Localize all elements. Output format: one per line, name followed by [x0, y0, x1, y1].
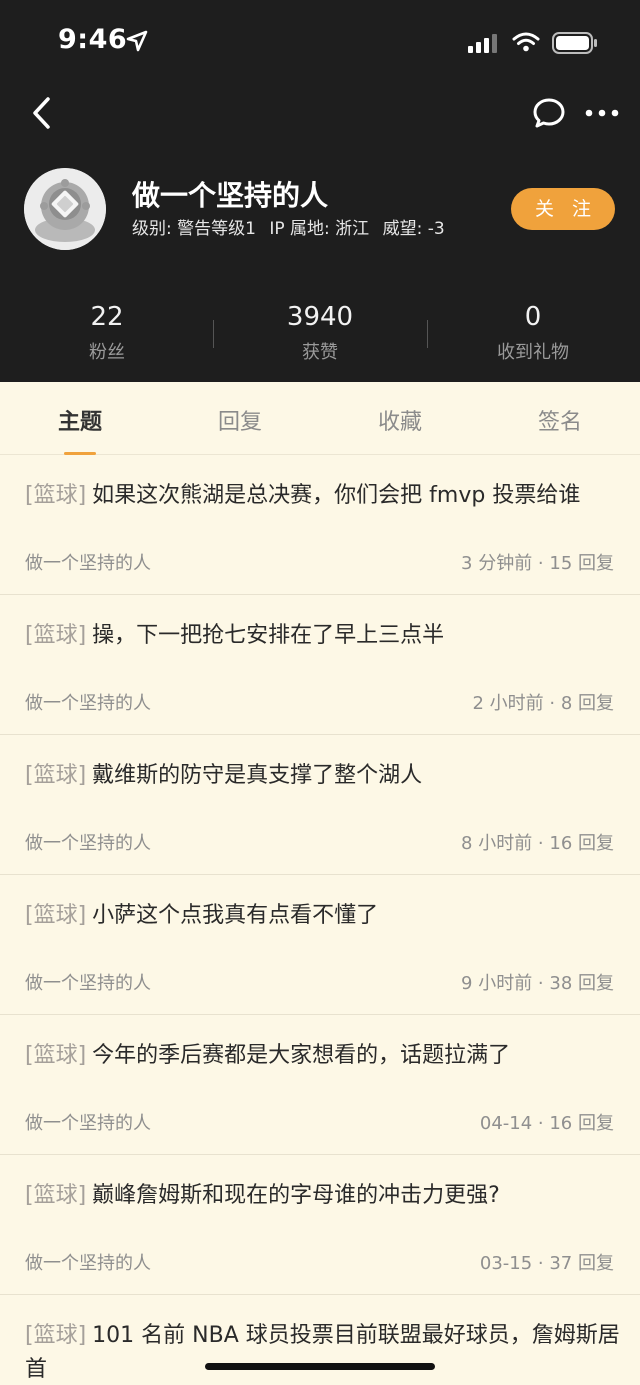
home-indicator[interactable]: [205, 1363, 435, 1370]
post-author: 做一个坚持的人: [25, 1113, 151, 1134]
list-item[interactable]: [篮球] 今年的季后赛都是大家想看的，话题拉满了 做一个坚持的人 04-14 · …: [0, 1015, 640, 1155]
follow-button[interactable]: 关 注: [511, 188, 615, 230]
wifi-icon: [512, 32, 540, 52]
tab-topics[interactable]: 主题: [30, 404, 130, 436]
list-item[interactable]: [篮球] 101 名前 NBA 球员投票目前联盟最好球员，詹姆斯居首: [0, 1295, 640, 1385]
post-info: 2 小时前 · 8 回复: [472, 693, 614, 714]
post-title-text: 101 名前 NBA 球员投票目前联盟最好球员，詹姆斯居首: [25, 1323, 620, 1382]
post-tag: [篮球]: [25, 1183, 87, 1208]
list-item[interactable]: [篮球] 小萨这个点我真有点看不懂了 做一个坚持的人 9 小时前 · 38 回复: [0, 875, 640, 1015]
post-title: [篮球] 今年的季后赛都是大家想看的，话题拉满了: [25, 1039, 620, 1073]
post-info: 04-14 · 16 回复: [479, 1113, 614, 1134]
back-arrow-icon: [33, 97, 50, 129]
message-button[interactable]: [532, 96, 566, 130]
post-info: 03-15 · 37 回复: [479, 1253, 614, 1274]
stat-value: 0: [524, 302, 542, 332]
stat-gifts[interactable]: 0 收到礼物: [433, 302, 633, 364]
divider: [213, 320, 214, 348]
signal-icon: [468, 34, 497, 53]
post-title: [篮球] 101 名前 NBA 球员投票目前联盟最好球员，詹姆斯居首: [25, 1319, 620, 1385]
tab-replies[interactable]: 回复: [190, 404, 290, 436]
post-title-text: 今年的季后赛都是大家想看的，话题拉满了: [92, 1043, 511, 1068]
user-prestige: 威望: -3: [382, 219, 445, 239]
stat-label: 收到礼物: [497, 342, 569, 363]
user-level: 级别: 警告等级1: [132, 219, 256, 239]
post-tag: [篮球]: [25, 903, 87, 928]
post-title: [篮球] 巅峰詹姆斯和现在的字母谁的冲击力更强?: [25, 1179, 620, 1213]
more-dots-icon: [585, 109, 619, 117]
location-arrow-icon: [126, 30, 148, 52]
stat-fans[interactable]: 22 粉丝: [7, 302, 207, 364]
status-time: 9:46: [58, 24, 128, 55]
post-title-text: 巅峰詹姆斯和现在的字母谁的冲击力更强?: [92, 1183, 500, 1208]
list-item[interactable]: [篮球] 操，下一把抢七安排在了早上三点半 做一个坚持的人 2 小时前 · 8 回…: [0, 595, 640, 735]
post-title-text: 戴维斯的防守是真支撑了整个湖人: [92, 763, 423, 788]
post-tag: [篮球]: [25, 1323, 87, 1348]
post-info: 8 小时前 · 16 回复: [461, 833, 614, 854]
more-options-button[interactable]: [584, 100, 620, 126]
post-author: 做一个坚持的人: [25, 1253, 151, 1274]
post-info: 9 小时前 · 38 回复: [461, 973, 614, 994]
tab-bar: 主题 回复 收藏 签名: [0, 382, 640, 455]
post-title-text: 小萨这个点我真有点看不懂了: [92, 903, 379, 928]
post-author: 做一个坚持的人: [25, 693, 151, 714]
post-tag: [篮球]: [25, 1043, 87, 1068]
post-tag: [篮球]: [25, 763, 87, 788]
ip-location: IP 属地: 浙江: [269, 219, 370, 239]
list-item[interactable]: [篮球] 如果这次熊湖是总决赛，你们会把 fmvp 投票给谁 做一个坚持的人 3 …: [0, 455, 640, 595]
post-tag: [篮球]: [25, 623, 87, 648]
profile-header: 9:46 做一个坚持的人 级别: 警告等级1 IP 属地: 浙江 威望: -3 …: [0, 0, 640, 382]
username: 做一个坚持的人: [132, 179, 329, 212]
post-title-text: 如果这次熊湖是总决赛，你们会把 fmvp 投票给谁: [92, 483, 581, 508]
back-button[interactable]: [28, 94, 62, 132]
stat-value: 22: [90, 302, 124, 332]
list-item[interactable]: [篮球] 巅峰詹姆斯和现在的字母谁的冲击力更强? 做一个坚持的人 03-15 · …: [0, 1155, 640, 1295]
post-list: [篮球] 如果这次熊湖是总决赛，你们会把 fmvp 投票给谁 做一个坚持的人 3 …: [0, 455, 640, 1385]
post-title-text: 操，下一把抢七安排在了早上三点半: [92, 623, 445, 648]
post-author: 做一个坚持的人: [25, 833, 151, 854]
diving-helmet-avatar: [24, 168, 106, 250]
stat-label: 获赞: [302, 342, 338, 363]
post-author: 做一个坚持的人: [25, 973, 151, 994]
post-title: [篮球] 戴维斯的防守是真支撑了整个湖人: [25, 759, 620, 793]
post-title: [篮球] 操，下一把抢七安排在了早上三点半: [25, 619, 620, 653]
post-tag: [篮球]: [25, 483, 87, 508]
post-author: 做一个坚持的人: [25, 553, 151, 574]
list-item[interactable]: [篮球] 戴维斯的防守是真支撑了整个湖人 做一个坚持的人 8 小时前 · 16 回…: [0, 735, 640, 875]
profile-meta: 级别: 警告等级1 IP 属地: 浙江 威望: -3: [132, 214, 453, 239]
tab-favorites[interactable]: 收藏: [350, 404, 450, 436]
chat-bubble-icon: [533, 98, 565, 128]
post-title: [篮球] 如果这次熊湖是总决赛，你们会把 fmvp 投票给谁: [25, 479, 620, 513]
stat-label: 粉丝: [89, 342, 125, 363]
tab-signature[interactable]: 签名: [510, 404, 610, 436]
post-title: [篮球] 小萨这个点我真有点看不懂了: [25, 899, 620, 933]
avatar[interactable]: [24, 168, 106, 250]
stat-likes[interactable]: 3940 获赞: [220, 302, 420, 364]
stat-value: 3940: [286, 302, 354, 332]
battery-icon: [552, 32, 597, 54]
post-info: 3 分钟前 · 15 回复: [461, 553, 614, 574]
divider: [427, 320, 428, 348]
